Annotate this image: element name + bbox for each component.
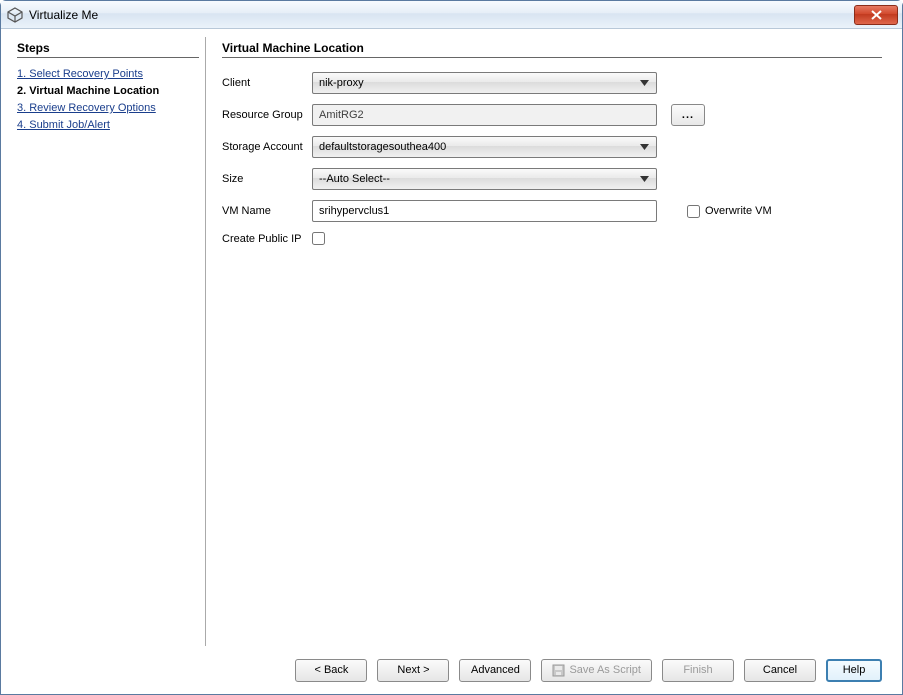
main-panel: Virtual Machine Location Client nik-prox… bbox=[206, 37, 892, 646]
label-storage-account: Storage Account bbox=[222, 141, 312, 153]
main-rule bbox=[222, 57, 882, 58]
label-size: Size bbox=[222, 173, 312, 185]
row-resource-group: Resource Group ... bbox=[222, 104, 882, 126]
row-vm-name: VM Name Overwrite VM bbox=[222, 200, 882, 222]
storage-account-dropdown[interactable]: defaultstoragesouthea400 bbox=[312, 136, 657, 158]
save-as-script-button: Save As Script bbox=[541, 659, 652, 682]
row-size: Size --Auto Select-- bbox=[222, 168, 882, 190]
step-virtual-machine-location: 2. Virtual Machine Location bbox=[17, 85, 199, 97]
step-review-recovery-options[interactable]: 3. Review Recovery Options bbox=[17, 102, 199, 114]
window-title: Virtualize Me bbox=[29, 8, 98, 22]
row-storage-account: Storage Account defaultstoragesouthea400 bbox=[222, 136, 882, 158]
help-button[interactable]: Help bbox=[826, 659, 882, 682]
label-vm-name: VM Name bbox=[222, 205, 312, 217]
vm-name-field[interactable] bbox=[312, 200, 657, 222]
overwrite-vm-input[interactable] bbox=[687, 205, 700, 218]
create-public-ip-checkbox[interactable] bbox=[312, 232, 325, 245]
client-dropdown[interactable]: nik-proxy bbox=[312, 72, 657, 94]
ellipsis-label: ... bbox=[682, 109, 694, 121]
advanced-button[interactable]: Advanced bbox=[459, 659, 531, 682]
steps-sidebar: Steps 1. Select Recovery Points 2. Virtu… bbox=[11, 37, 206, 646]
cancel-button[interactable]: Cancel bbox=[744, 659, 816, 682]
wizard-body: Steps 1. Select Recovery Points 2. Virtu… bbox=[1, 29, 902, 646]
overwrite-vm-checkbox[interactable]: Overwrite VM bbox=[687, 205, 772, 218]
wizard-footer: < Back Next > Advanced Save As Script Fi… bbox=[1, 646, 902, 694]
overwrite-vm-label: Overwrite VM bbox=[705, 205, 772, 217]
app-icon bbox=[7, 7, 23, 23]
back-button[interactable]: < Back bbox=[295, 659, 367, 682]
row-create-public-ip: Create Public IP bbox=[222, 232, 882, 245]
finish-button: Finish bbox=[662, 659, 734, 682]
step-submit-job-alert[interactable]: 4. Submit Job/Alert bbox=[17, 119, 199, 131]
save-icon bbox=[552, 664, 565, 677]
step-select-recovery-points[interactable]: 1. Select Recovery Points bbox=[17, 68, 199, 80]
resource-group-field[interactable] bbox=[312, 104, 657, 126]
next-button[interactable]: Next > bbox=[377, 659, 449, 682]
size-value: --Auto Select-- bbox=[319, 173, 636, 185]
row-client: Client nik-proxy bbox=[222, 72, 882, 94]
client-value: nik-proxy bbox=[319, 77, 636, 89]
label-resource-group: Resource Group bbox=[222, 109, 312, 121]
save-as-script-label: Save As Script bbox=[569, 664, 641, 676]
close-button[interactable] bbox=[854, 5, 898, 25]
steps-heading: Steps bbox=[17, 41, 199, 55]
storage-account-value: defaultstoragesouthea400 bbox=[319, 141, 636, 153]
label-create-public-ip: Create Public IP bbox=[222, 233, 312, 245]
close-icon bbox=[871, 10, 882, 20]
chevron-down-icon bbox=[636, 171, 653, 188]
create-public-ip-input[interactable] bbox=[312, 232, 325, 245]
size-dropdown[interactable]: --Auto Select-- bbox=[312, 168, 657, 190]
label-client: Client bbox=[222, 77, 312, 89]
titlebar: Virtualize Me bbox=[1, 1, 902, 29]
resource-group-browse-button[interactable]: ... bbox=[671, 104, 705, 126]
page-title: Virtual Machine Location bbox=[222, 41, 882, 55]
sidebar-rule bbox=[17, 57, 199, 58]
chevron-down-icon bbox=[636, 139, 653, 156]
chevron-down-icon bbox=[636, 75, 653, 92]
